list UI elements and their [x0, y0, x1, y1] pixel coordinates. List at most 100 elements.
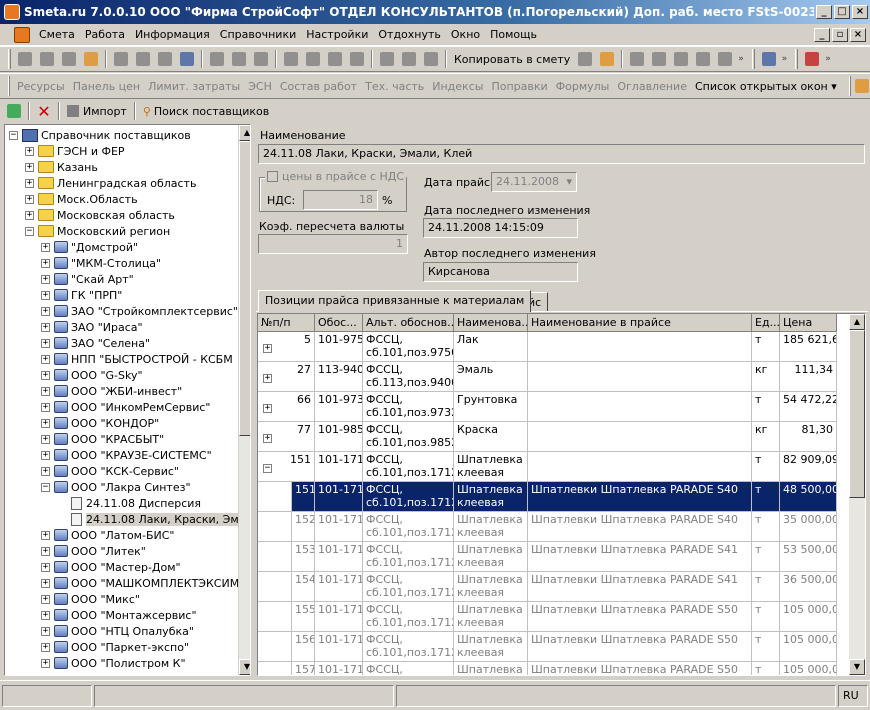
refresh-icon[interactable] [177, 49, 197, 69]
maximize-button[interactable]: □ [834, 5, 850, 19]
grid-header[interactable]: Альт. обоснов... [363, 314, 454, 332]
cell-price-name[interactable]: Шпатлевки Шпатлевка PARADE S40 [528, 512, 752, 542]
cell-price[interactable]: 105 000,00 [780, 602, 837, 632]
cell-unit[interactable]: т [752, 452, 780, 482]
tree-price-list[interactable]: 24.11.08 Лаки, Краски, Эма [71, 511, 246, 527]
cell-unit[interactable]: т [752, 392, 780, 422]
expand-toggle-icon[interactable]: + [41, 578, 50, 588]
tree-supplier[interactable]: + ЗАО "Селена" [41, 335, 150, 351]
cell-alt-basis[interactable]: ФССЦ,сб.101,поз.1712 [363, 542, 454, 572]
close-button[interactable]: × [852, 5, 868, 19]
cell-name[interactable]: Шпатлевкаклеевая [454, 662, 528, 675]
expand-toggle-icon[interactable]: + [41, 658, 50, 668]
expand-toggle-icon[interactable]: + [41, 642, 50, 652]
tree-supplier[interactable]: + ООО "НТЦ Опалубка" [41, 623, 194, 639]
import-button[interactable]: Импорт [63, 105, 131, 118]
cell-price-name[interactable]: Шпатлевки Шпатлевка PARADE S40 [528, 482, 752, 512]
tree-supplier[interactable]: + ООО "КРАСБЫТ" [41, 431, 164, 447]
expand-toggle-icon[interactable]: + [25, 210, 34, 220]
expand-toggle-icon[interactable]: + [263, 374, 272, 383]
table-row[interactable]: 5101-9750ФССЦ,сб.101,поз.9750Лакт185 621… [258, 332, 848, 362]
expand-toggle-icon[interactable]: + [41, 594, 50, 604]
scroll-down-button[interactable]: ▼ [239, 659, 250, 675]
cell-unit[interactable]: т [752, 482, 780, 512]
expand-toggle-icon[interactable]: + [41, 290, 50, 300]
cell-price[interactable]: 105 000,00 [780, 632, 837, 662]
cell-price[interactable]: 53 500,00 [780, 542, 837, 572]
notes-icon[interactable] [597, 49, 617, 69]
copy-block-icon[interactable] [575, 49, 595, 69]
expand-toggle-icon[interactable]: + [41, 450, 50, 460]
minimize-button[interactable]: _ [816, 5, 832, 19]
search-suppliers-button[interactable]: ⚲ Поиск поставщиков [139, 105, 273, 118]
expand-toggle-icon[interactable]: + [41, 322, 50, 332]
tools-icon[interactable] [854, 76, 869, 96]
cell-name[interactable]: Шпатлевкаклеевая [454, 482, 528, 512]
expand-toggle-icon[interactable]: − [9, 130, 18, 140]
cell-price[interactable]: 54 472,22 [780, 392, 837, 422]
expand-toggle-icon[interactable]: + [41, 562, 50, 572]
cell-code[interactable]: 101-1712 [315, 542, 363, 572]
cell-unit[interactable]: т [752, 662, 780, 675]
cell-name[interactable]: Эмаль [454, 362, 528, 392]
tree-group[interactable]: − Московский регион [25, 223, 170, 239]
delete-icon[interactable]: ✕ [34, 101, 54, 121]
tree-group[interactable]: + Моск.Область [25, 191, 138, 207]
paste-icon[interactable] [325, 49, 345, 69]
cell-price-name[interactable]: Шпатлевки Шпатлевка PARADE S50 [528, 632, 752, 662]
panel-center-icon[interactable] [649, 49, 669, 69]
cut-icon[interactable] [281, 49, 301, 69]
tree-supplier[interactable]: + "МКМ-Столица" [41, 255, 161, 271]
positions-grid[interactable]: №п/п Обос... Альт. обоснов... Наименова... Н… [257, 313, 866, 676]
cell-unit[interactable]: т [752, 572, 780, 602]
document-icon[interactable] [14, 26, 30, 43]
tree-icon[interactable] [15, 49, 35, 69]
cell-alt-basis[interactable]: ФССЦ,сб.101,поз.1712 [363, 512, 454, 542]
tree-root[interactable]: − Справочник поставщиков [9, 127, 191, 143]
cell-price-name[interactable]: Шпатлевки Шпатлевка PARADE S41 [528, 572, 752, 602]
copy-icon[interactable] [303, 49, 323, 69]
cell-code[interactable]: 101-1712 [315, 452, 363, 482]
refresh-icon[interactable] [4, 101, 24, 121]
tree-supplier[interactable]: + ГК "ПРП" [41, 287, 122, 303]
cell-number[interactable]: 157 [292, 662, 315, 675]
cell-price[interactable]: 82 909,09 [780, 452, 837, 482]
tree-supplier[interactable]: + ООО "Паркет-экспо" [41, 639, 189, 655]
expand-toggle-icon[interactable]: + [41, 626, 50, 636]
table-row[interactable]: 77101-9852ФССЦ,сб.101,поз.9852Краскакг81… [258, 422, 848, 452]
cell-number[interactable]: 154 [292, 572, 315, 602]
cell-code[interactable]: 101-9750 [315, 332, 363, 362]
list-icon[interactable] [251, 49, 271, 69]
tree-supplier[interactable]: + ООО "ЖБИ-инвест" [41, 383, 182, 399]
cell-price[interactable]: 81,30 [780, 422, 837, 452]
menu-info[interactable]: Информация [130, 28, 215, 41]
contents-button[interactable]: Оглавление [613, 80, 691, 93]
add-row-icon[interactable] [421, 49, 441, 69]
cell-name[interactable]: Шпатлевкаклеевая [454, 542, 528, 572]
indent-icon[interactable] [207, 49, 227, 69]
cell-price-name[interactable] [528, 452, 752, 482]
cell-price-name[interactable] [528, 392, 752, 422]
search-icon[interactable] [81, 49, 101, 69]
expand-toggle-icon[interactable]: + [25, 178, 34, 188]
scroll-up-button[interactable]: ▲ [849, 314, 865, 330]
limit-costs-button[interactable]: Лимит. затраты [144, 80, 244, 93]
cell-code[interactable]: 101-9732 [315, 392, 363, 422]
cell-code[interactable]: 113-9400 [315, 362, 363, 392]
eraser-icon[interactable] [802, 49, 822, 69]
tree-supplier[interactable]: + ООО "Монтажсервис" [41, 607, 197, 623]
tree-group[interactable]: + Казань [25, 159, 98, 175]
corrections-button[interactable]: Поправки [487, 80, 551, 93]
tree-supplier[interactable]: + ООО "КОНДОР" [41, 415, 159, 431]
panel-right-icon[interactable] [671, 49, 691, 69]
menu-smeta[interactable]: Смета [34, 28, 80, 41]
export-icon[interactable] [759, 49, 779, 69]
cell-alt-basis[interactable]: ФССЦ, сб.101,поз.9750 [363, 332, 454, 362]
mdi-restore-button[interactable]: ▫ [832, 27, 848, 42]
suppliers-tree[interactable]: − Справочник поставщиков + ГЭСН и ФЕР + Казан… [4, 124, 251, 676]
mdi-close-button[interactable]: × [850, 27, 866, 42]
cell-number[interactable]: 152 [292, 512, 315, 542]
cell-unit[interactable]: кг [752, 362, 780, 392]
tree-supplier[interactable]: + ООО "Микс" [41, 591, 140, 607]
expand-toggle-icon[interactable]: + [41, 242, 50, 252]
